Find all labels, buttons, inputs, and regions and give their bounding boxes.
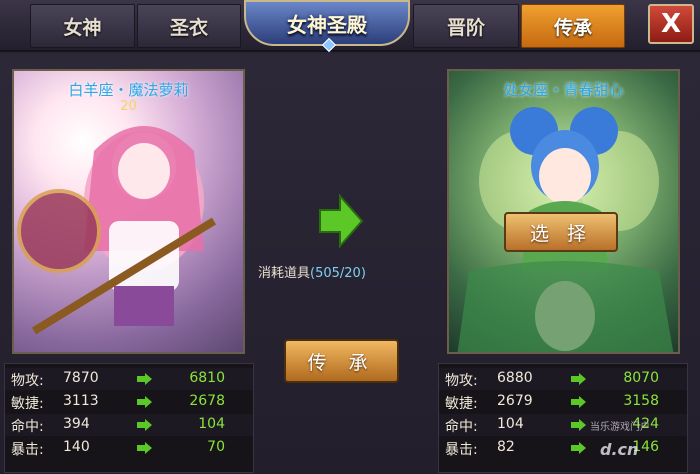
- watermark-logo: d.cn: [600, 440, 639, 459]
- stat-old-value: 2679: [497, 393, 533, 409]
- stat-label: 敏捷:: [11, 396, 44, 412]
- right-arrow-icon: [571, 373, 586, 385]
- stat-row-agility: 敏捷: 3113 2678: [5, 391, 253, 413]
- stat-old-value: 7870: [63, 370, 99, 386]
- stat-row-crit: 暴击: 82 146: [439, 437, 687, 459]
- crest-gem-icon: [321, 37, 337, 53]
- stat-row-crit: 暴击: 140 70: [5, 437, 253, 459]
- stat-label: 物攻:: [11, 373, 44, 389]
- watermark-text: 当乐游戏门户: [590, 422, 650, 433]
- stat-label: 暴击:: [445, 442, 478, 458]
- right-arrow-icon: [571, 442, 586, 454]
- stat-new-value: 3158: [623, 393, 659, 409]
- stat-old-value: 82: [497, 439, 515, 455]
- target-stats-panel: 物攻: 6880 8070 敏捷: 2679 3158 命中: 104 424 …: [438, 363, 688, 473]
- stat-old-value: 140: [63, 439, 90, 455]
- right-arrow-icon: [137, 419, 152, 431]
- right-arrow-icon: [571, 419, 586, 431]
- consume-item-text: 消耗道具(505/20): [258, 262, 366, 281]
- stat-new-value: 8070: [623, 370, 659, 386]
- source-goddess-name: 白羊座・魔法萝莉: [68, 81, 189, 99]
- source-goddess-level: 20: [120, 99, 137, 114]
- stat-label: 敏捷:: [445, 396, 478, 412]
- source-goddess-card[interactable]: 白羊座・魔法萝莉 20: [12, 69, 245, 354]
- right-arrow-icon: [137, 373, 152, 385]
- tab-armor[interactable]: 圣衣: [137, 4, 241, 48]
- inherit-button[interactable]: 传 承: [284, 339, 399, 383]
- close-button[interactable]: X: [648, 4, 694, 44]
- page-title-text: 女神圣殿: [287, 12, 367, 37]
- stat-label: 物攻:: [445, 373, 478, 389]
- stat-old-value: 104: [497, 416, 524, 432]
- stat-row-attack: 物攻: 6880 8070: [439, 368, 687, 390]
- right-arrow-icon: [137, 442, 152, 454]
- stat-new-value: 104: [198, 416, 225, 432]
- consume-count: (505/20): [310, 266, 366, 281]
- stat-row-hit: 命中: 394 104: [5, 414, 253, 436]
- transfer-arrow-icon: [319, 194, 364, 248]
- right-arrow-icon: [137, 396, 152, 408]
- tab-inherit[interactable]: 传承: [521, 4, 625, 48]
- inherit-button-label: 传 承: [307, 351, 376, 374]
- main-panel: 白羊座・魔法萝莉 20 处女座・青春甜心 选 择 消耗道具(505/20) 传 …: [0, 54, 700, 474]
- stat-new-value: 2678: [189, 393, 225, 409]
- stat-old-value: 394: [63, 416, 90, 432]
- select-button-label: 选 择: [529, 222, 593, 245]
- stat-label: 暴击:: [11, 442, 44, 458]
- tab-goddess[interactable]: 女神: [30, 4, 135, 48]
- stat-old-value: 3113: [63, 393, 99, 409]
- stat-new-value: 70: [207, 439, 225, 455]
- source-stats-panel: 物攻: 7870 6810 敏捷: 3113 2678 命中: 394 104 …: [4, 363, 254, 473]
- right-arrow-icon: [571, 396, 586, 408]
- stat-new-value: 6810: [189, 370, 225, 386]
- stat-label: 命中:: [445, 419, 478, 435]
- stat-label: 命中:: [11, 419, 44, 435]
- select-button[interactable]: 选 择: [504, 212, 618, 252]
- stat-old-value: 6880: [497, 370, 533, 386]
- close-icon: X: [660, 9, 682, 39]
- tab-advance[interactable]: 晋阶: [413, 4, 519, 48]
- stat-row-agility: 敏捷: 2679 3158: [439, 391, 687, 413]
- stat-row-attack: 物攻: 7870 6810: [5, 368, 253, 390]
- page-title: 女神圣殿: [244, 0, 410, 53]
- consume-label: 消耗道具: [258, 266, 311, 281]
- top-tab-bar: 女神 圣衣 女神圣殿 晋阶 传承 X: [0, 0, 700, 53]
- target-goddess-name: 处女座・青春甜心: [503, 81, 624, 99]
